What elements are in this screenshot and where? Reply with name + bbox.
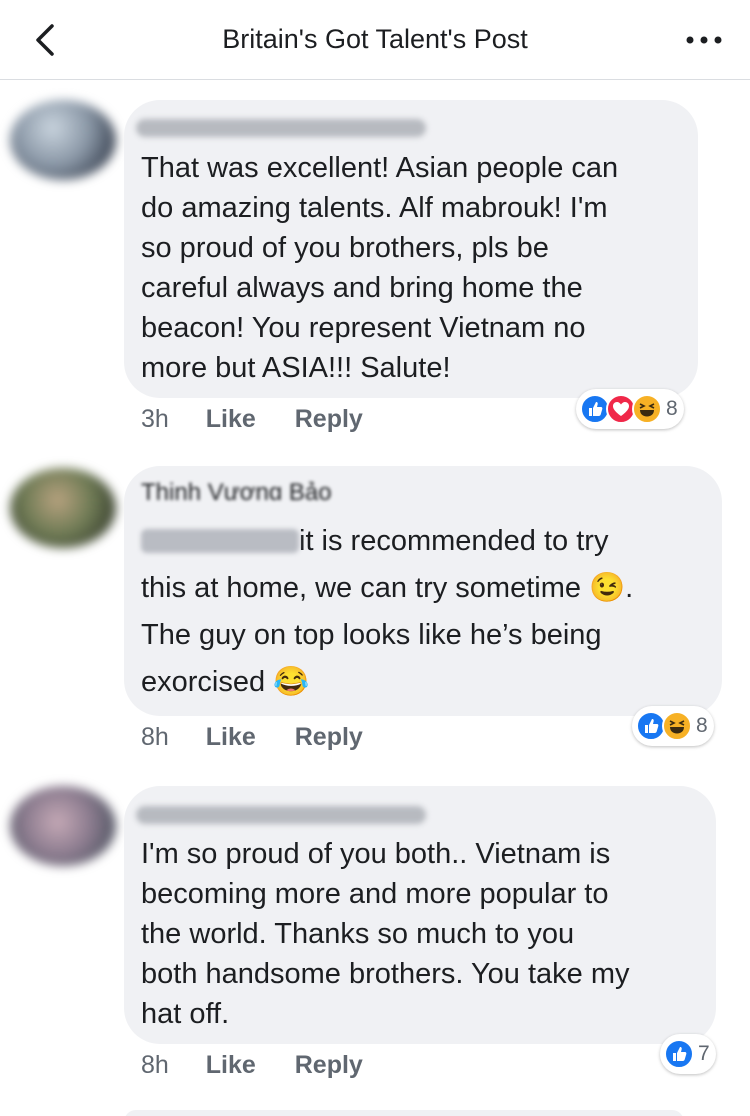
next-comment-bubble-edge bbox=[124, 1110, 684, 1116]
reply-button[interactable]: Reply bbox=[295, 723, 363, 752]
like-button[interactable]: Like bbox=[206, 723, 256, 752]
more-options-button[interactable] bbox=[682, 26, 726, 54]
avatar[interactable] bbox=[10, 100, 116, 180]
author-name-redacted[interactable] bbox=[136, 119, 426, 137]
mention-redacted[interactable] bbox=[141, 529, 299, 553]
comment-actions: 3h Like Reply bbox=[141, 405, 363, 434]
comment-text: That was excellent! Asian people can do … bbox=[141, 152, 619, 384]
reply-button[interactable]: Reply bbox=[295, 1051, 363, 1080]
comment-timestamp: 3h bbox=[141, 405, 169, 433]
comment-timestamp: 8h bbox=[141, 1051, 169, 1079]
reaction-count: 7 bbox=[698, 1042, 710, 1065]
comment-text: it is recommended to try this at home, w… bbox=[141, 525, 634, 698]
reaction-count: 8 bbox=[666, 397, 678, 420]
avatar[interactable] bbox=[10, 468, 116, 548]
more-dots-icon bbox=[686, 36, 722, 44]
reply-button[interactable]: Reply bbox=[295, 405, 363, 434]
comment-actions: 8h Like Reply bbox=[141, 723, 363, 752]
reaction-summary[interactable]: 8 bbox=[576, 389, 684, 429]
like-button[interactable]: Like bbox=[206, 405, 256, 434]
haha-reaction-icon bbox=[632, 394, 662, 424]
top-bar: Britain's Got Talent's Post bbox=[0, 0, 750, 80]
page-title: Britain's Got Talent's Post bbox=[222, 24, 528, 54]
laughing-emoji: 😂 bbox=[273, 666, 310, 698]
author-name-redacted[interactable] bbox=[136, 806, 426, 824]
avatar[interactable] bbox=[10, 786, 116, 866]
comment-timestamp: 8h bbox=[141, 723, 169, 751]
reaction-summary[interactable]: 7 bbox=[660, 1034, 716, 1074]
haha-reaction-icon bbox=[662, 711, 692, 741]
reaction-count: 8 bbox=[696, 714, 708, 737]
comment-actions: 8h Like Reply bbox=[141, 1051, 363, 1080]
reaction-summary[interactable]: 8 bbox=[632, 706, 714, 746]
like-reaction-icon bbox=[664, 1039, 694, 1069]
like-button[interactable]: Like bbox=[206, 1051, 256, 1080]
author-name[interactable]: Thịnh Vương Bảo bbox=[141, 478, 371, 500]
wink-emoji: 😉 bbox=[589, 572, 626, 604]
comment-text: I'm so proud of you both.. Vietnam is be… bbox=[141, 838, 630, 1030]
